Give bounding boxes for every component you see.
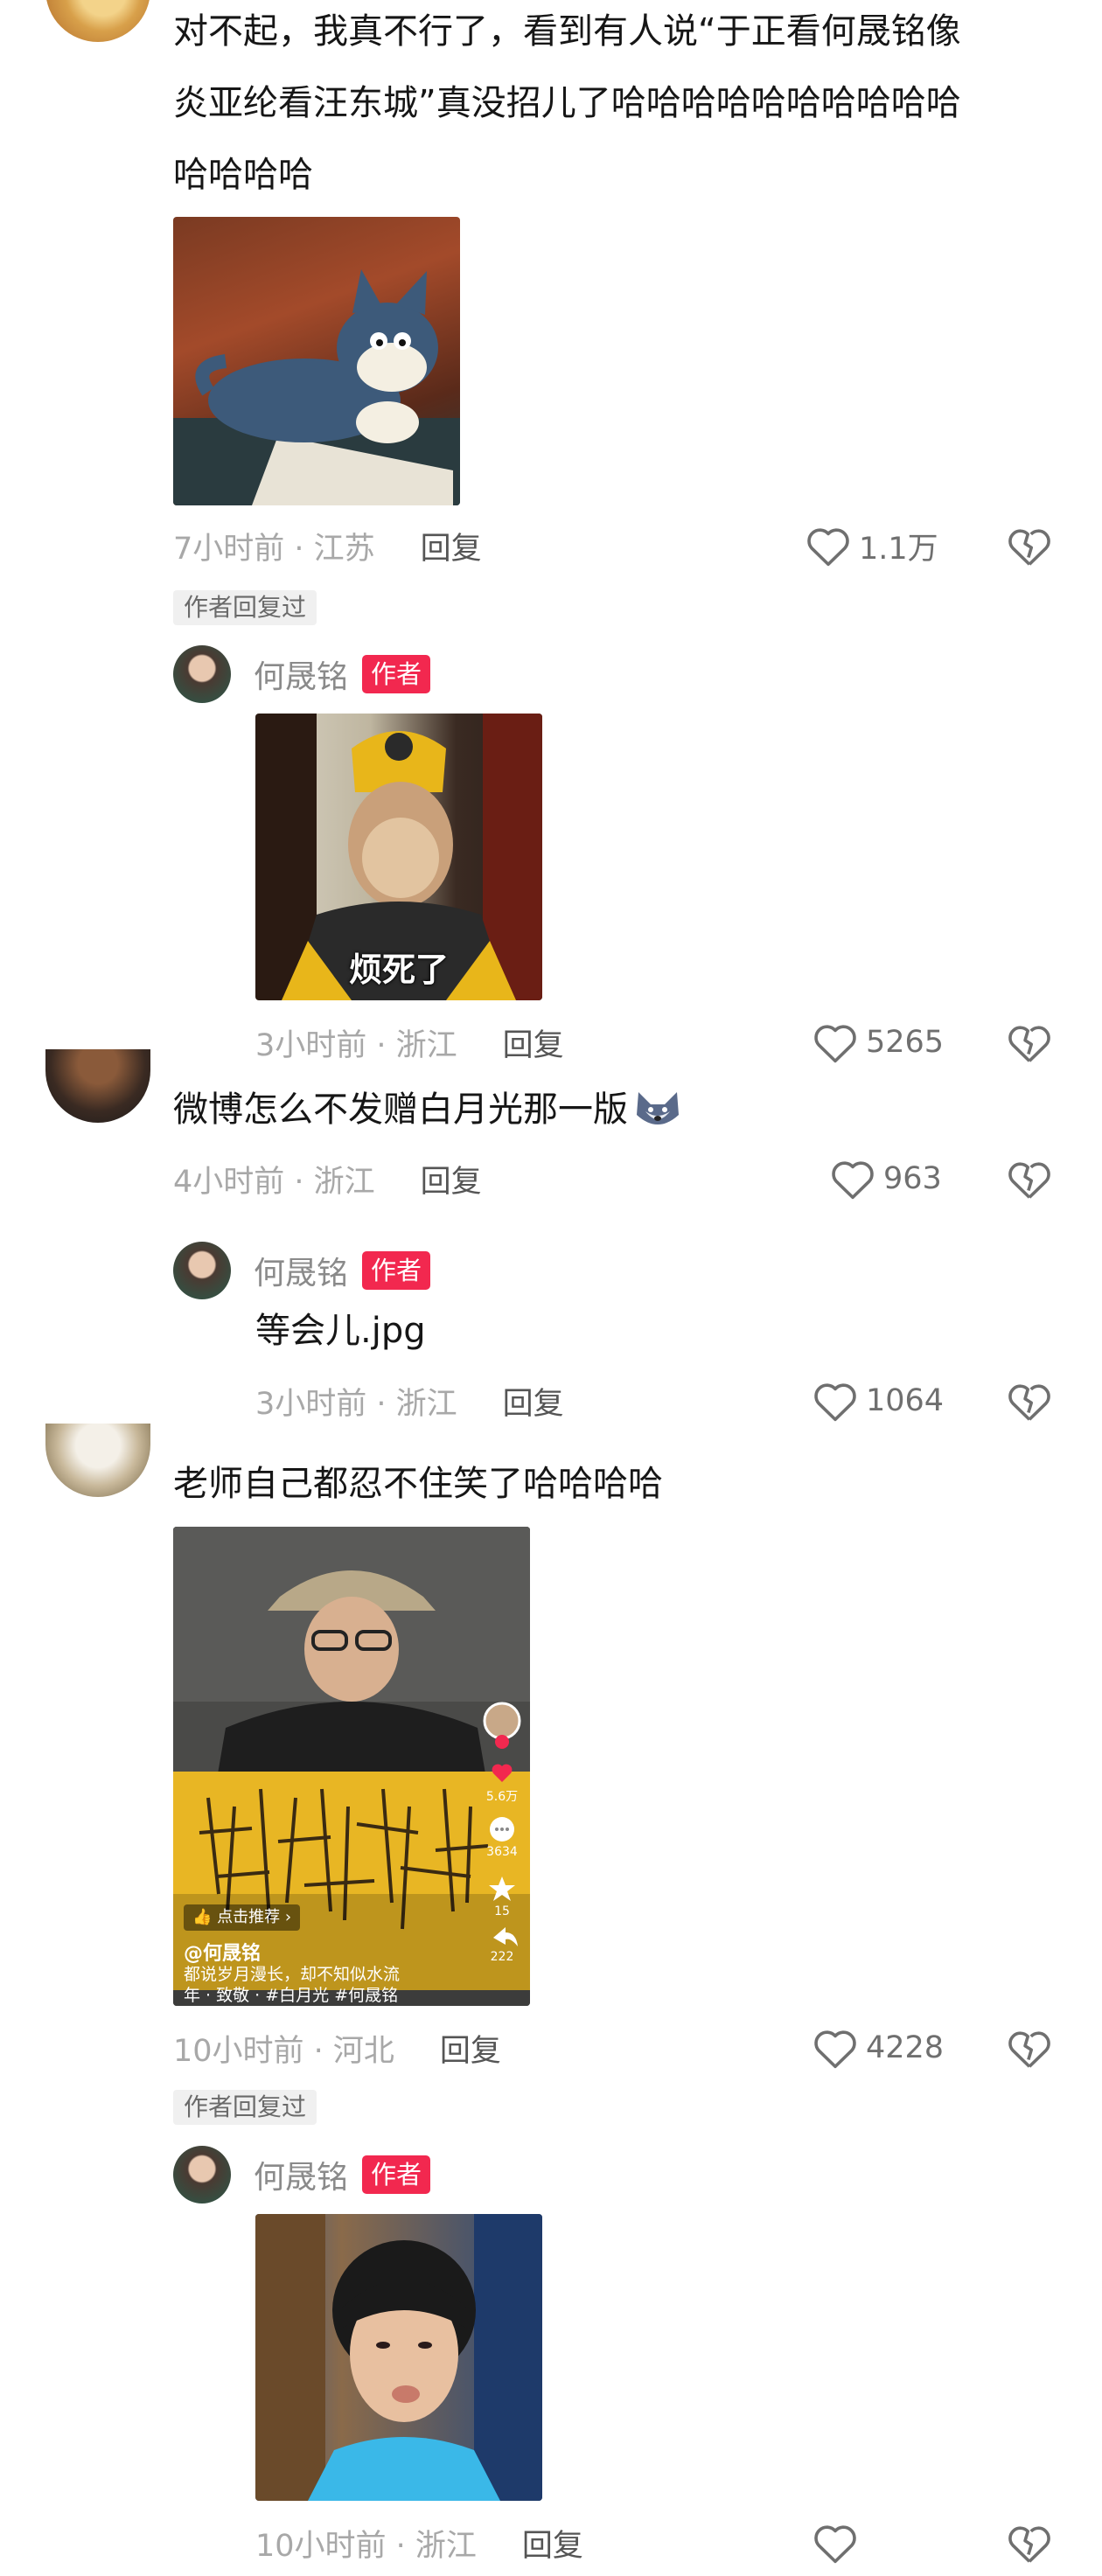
video-desc-line: 年 · 致敬 · #白月光 #何晟铭 — [184, 1986, 399, 2005]
reply-meta: 10小时前 · 浙江 回复 — [255, 2517, 583, 2569]
author-name[interactable]: 何晟铭 — [254, 1248, 348, 1293]
author-avatar[interactable] — [173, 1242, 231, 1299]
commenter-avatar[interactable] — [45, 0, 150, 42]
video-description: 都说岁月漫长，却不知似水流 年 · 致敬 · #白月光 #何晟铭 — [184, 1964, 400, 2006]
broken-heart-icon[interactable] — [1006, 2521, 1053, 2565]
commenter-avatar[interactable] — [45, 1049, 150, 1123]
author-avatar[interactable] — [173, 2146, 231, 2204]
time-location: 4小时前 · 浙江 — [173, 1164, 375, 1200]
time-location: 10小时前 · 河北 — [173, 2033, 394, 2069]
author-replied-badge: 作者回复过 — [173, 590, 317, 625]
wolf-emoji-icon — [637, 1092, 679, 1124]
heart-icon — [814, 2030, 856, 2069]
like-button[interactable]: 1.1万 — [805, 519, 938, 572]
like-button[interactable]: 1064 — [812, 1375, 944, 1427]
comment-line: 哈哈哈哈 — [173, 155, 313, 195]
reply-button[interactable]: 回复 — [421, 524, 482, 568]
video-card[interactable]: 👍 点击推荐 › @何晟铭 都说岁月漫长，却不知似水流 年 · 致敬 · #白月… — [173, 1527, 530, 2006]
heart-icon — [814, 1025, 856, 1063]
sticker-caption: 烦死了 — [348, 950, 449, 989]
heart-icon — [832, 1161, 874, 1200]
video-username[interactable]: @何晟铭 — [184, 1938, 261, 1966]
author-badge: 作者 — [362, 2155, 431, 2194]
video-share-count: 222 — [490, 1950, 514, 1964]
comment-line: 对不起，我真不行了，看到有人说“于正看何晟铭像 — [173, 11, 961, 52]
tom-cat-illustration — [173, 269, 460, 505]
commenter-avatar[interactable] — [45, 1424, 150, 1497]
heart-icon — [807, 528, 849, 567]
heart-icon — [814, 1383, 856, 1422]
author-avatar[interactable] — [173, 645, 231, 703]
broken-heart-icon[interactable] — [1006, 1157, 1053, 1201]
comment-meta: 10小时前 · 河北 回复 — [173, 2022, 501, 2074]
video-comment-count: 3634 — [486, 1845, 518, 1859]
comment-text: 老师自己都忍不住笑了哈哈哈哈 — [173, 1448, 663, 1520]
broken-heart-icon[interactable] — [1006, 1020, 1053, 1064]
comment-line: 老师自己都忍不住笑了哈哈哈哈 — [173, 1464, 663, 1504]
monkey-king-sticker[interactable]: 烦死了 — [255, 714, 542, 1000]
like-button[interactable]: 963 — [829, 1152, 942, 1205]
author-reply-header: 何晟铭 作者 — [173, 2146, 431, 2204]
chevron-right-icon: › — [284, 1908, 292, 1926]
tom-cat-sticker[interactable] — [173, 217, 460, 505]
video-thumbnail — [173, 1527, 530, 2006]
thumbs-up-icon: 👍 — [192, 1908, 213, 1926]
author-reply-header: 何晟铭 作者 — [173, 645, 431, 703]
author-badge: 作者 — [362, 1251, 431, 1290]
reply-button[interactable]: 回复 — [421, 1157, 482, 1201]
comment-line: 微博怎么不发赠白月光那一版 — [173, 1090, 628, 1130]
reply-button[interactable]: 回复 — [522, 2521, 583, 2566]
girl-pout-illustration — [255, 2214, 542, 2501]
author-name[interactable]: 何晟铭 — [254, 2152, 348, 2197]
comment-text: 微博怎么不发赠白月光那一版 — [173, 1074, 684, 1145]
author-name[interactable]: 何晟铭 — [254, 651, 348, 697]
time-location: 3小时前 · 浙江 — [255, 1386, 457, 1422]
reply-button[interactable]: 回复 — [503, 1379, 564, 1424]
like-button[interactable]: 4228 — [812, 2022, 944, 2074]
author-reply-text: 等会儿.jpg — [255, 1311, 426, 1351]
recommend-tag[interactable]: 👍 点击推荐 › — [184, 1904, 301, 1931]
time-location: 10小时前 · 浙江 — [255, 2528, 477, 2564]
time-location: 7小时前 · 江苏 — [173, 531, 375, 567]
broken-heart-icon[interactable] — [1006, 1379, 1053, 1423]
girl-pout-sticker[interactable] — [255, 2214, 542, 2501]
video-favorite-count: 15 — [494, 1904, 510, 1918]
like-count: 963 — [883, 1161, 942, 1196]
video-like-count: 5.6万 — [485, 1790, 519, 1804]
like-count: 5265 — [866, 1025, 945, 1060]
comment-meta: 4小时前 · 浙江 回复 — [173, 1152, 482, 1205]
broken-heart-icon[interactable] — [1006, 2026, 1053, 2070]
author-reply-header: 何晟铭 作者 — [173, 1242, 431, 1299]
like-count: 1064 — [866, 1383, 945, 1418]
recommend-label: 点击推荐 — [217, 1908, 281, 1926]
author-replied-badge: 作者回复过 — [173, 2090, 317, 2125]
time-location: 3小时前 · 浙江 — [255, 1027, 457, 1063]
reply-meta: 3小时前 · 浙江 回复 — [255, 1016, 564, 1069]
reply-meta: 3小时前 · 浙江 回复 — [255, 1375, 564, 1427]
like-count: 4228 — [866, 2030, 945, 2065]
like-count: 1.1万 — [859, 531, 938, 567]
broken-heart-icon[interactable] — [1006, 524, 1053, 567]
reply-button[interactable]: 回复 — [503, 1020, 564, 1065]
author-badge: 作者 — [362, 655, 431, 693]
reply-button[interactable]: 回复 — [440, 2026, 501, 2071]
like-button[interactable]: 5265 — [812, 1016, 944, 1069]
heart-icon[interactable] — [812, 2521, 859, 2565]
video-desc-line: 都说岁月漫长，却不知似水流 — [184, 1965, 401, 1984]
comment-line: 炎亚纶看汪东城”真没招儿了哈哈哈哈哈哈哈哈哈哈 — [173, 83, 961, 123]
comment-text: 对不起，我真不行了，看到有人说“于正看何晟铭像 炎亚纶看汪东城”真没招儿了哈哈哈… — [173, 0, 961, 211]
comment-meta: 7小时前 · 江苏 回复 — [173, 519, 482, 572]
